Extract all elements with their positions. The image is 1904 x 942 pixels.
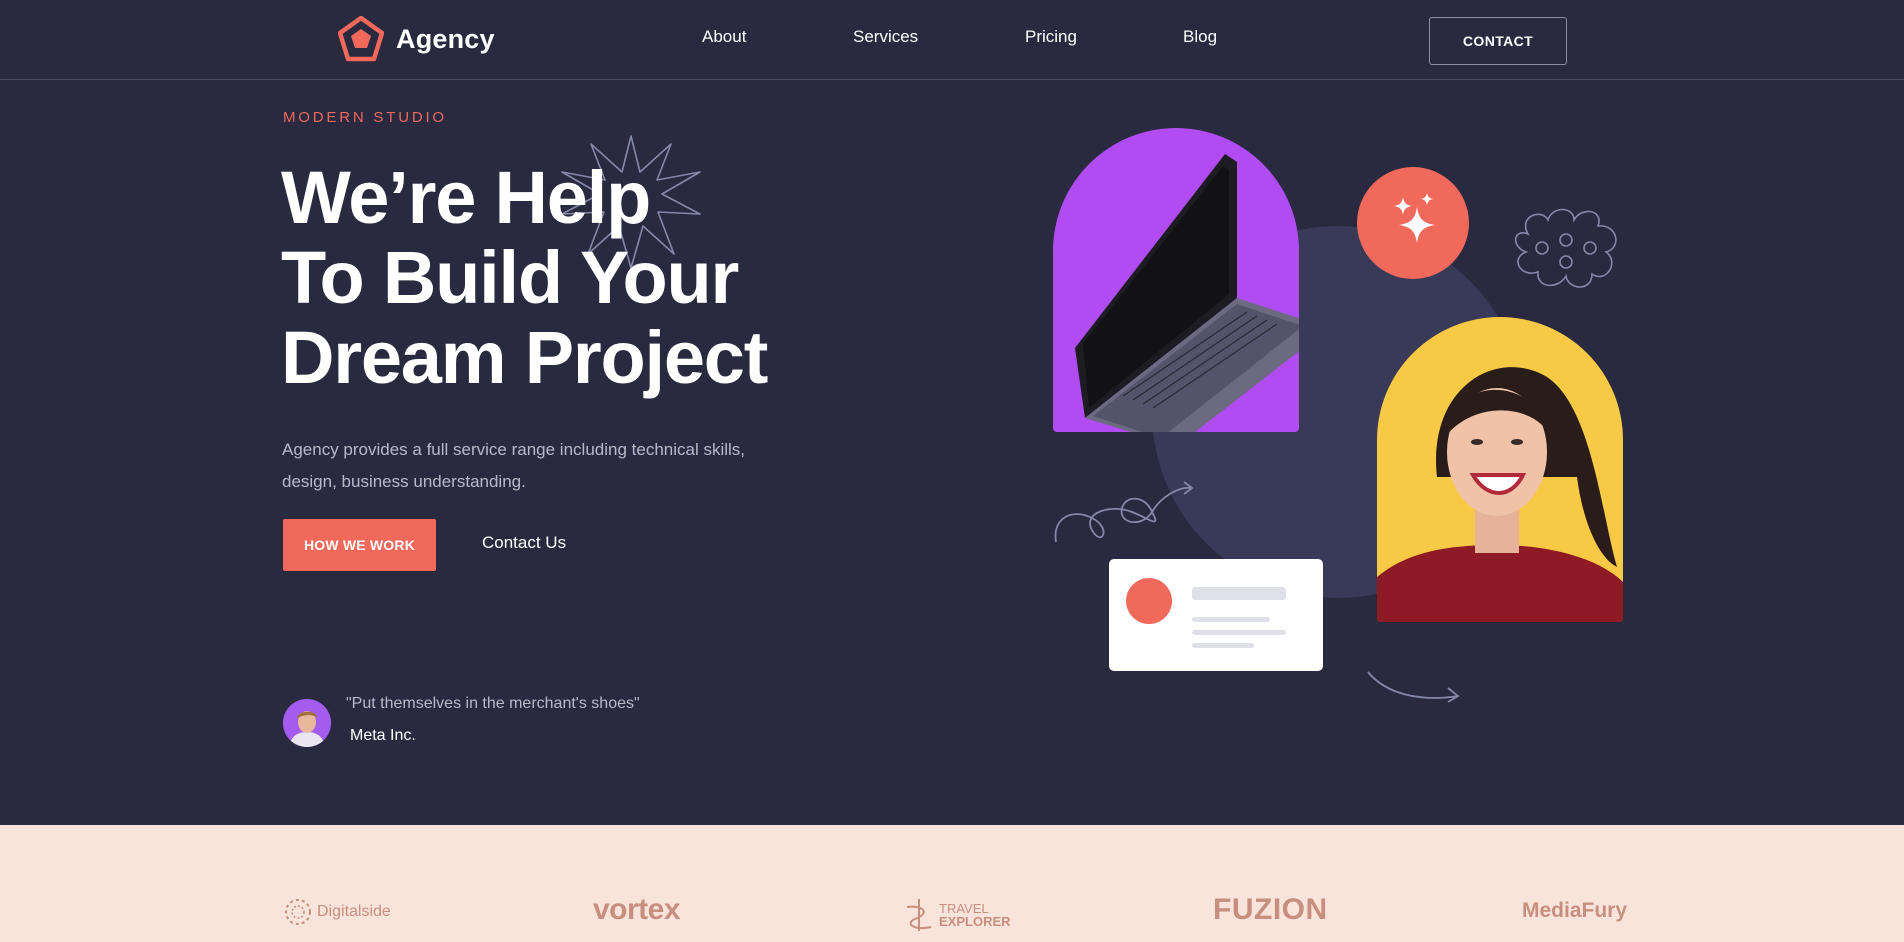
hero-headline: We’re Help To Build Your Dream Project xyxy=(281,158,841,398)
laptop-arch-image xyxy=(1053,128,1299,432)
brand-fuzion-label: FUZION xyxy=(1213,893,1328,926)
hero-description: Agency provides a full service range inc… xyxy=(282,440,746,491)
card-line-placeholder xyxy=(1192,617,1270,622)
contact-button[interactable]: CONTACT xyxy=(1429,17,1567,65)
squiggle-arrow-icon xyxy=(1054,481,1194,543)
card-line-placeholder xyxy=(1192,630,1286,635)
card-line-placeholder xyxy=(1192,643,1254,648)
profile-card xyxy=(1109,559,1323,671)
laptop-icon xyxy=(1075,154,1299,432)
smiling-woman-portrait-icon xyxy=(1377,367,1623,622)
hero-eyebrow: MODERN STUDIO xyxy=(283,109,447,126)
brand-vortex-label: vortex xyxy=(593,893,681,926)
brand-logo[interactable]: Agency xyxy=(338,16,495,62)
nav-link-about[interactable]: About xyxy=(702,27,746,47)
nav-link-pricing[interactable]: Pricing xyxy=(1025,27,1077,47)
contact-us-link[interactable]: Contact Us xyxy=(482,533,566,553)
brand-travel-explorer: TRAVEL EXPLORER xyxy=(903,897,1011,933)
card-title-placeholder xyxy=(1192,587,1286,600)
brand-digitalside-label: Digitalside xyxy=(317,903,391,920)
brand-name: Agency xyxy=(396,23,495,54)
brand-digitalside: Digitalside xyxy=(283,897,391,927)
pentagon-logo-icon xyxy=(338,16,384,62)
person-avatar-icon xyxy=(283,699,331,747)
how-we-work-button[interactable]: HOW WE WORK xyxy=(283,519,436,571)
brand-mediafury-label: MediaFury xyxy=(1522,899,1628,922)
dotted-circle-icon xyxy=(285,899,311,925)
top-navigation: Agency About Services Pricing Blog CONTA… xyxy=(0,0,1904,80)
sparkle-badge xyxy=(1357,167,1469,279)
testimonial-avatar xyxy=(283,699,331,747)
sparkle-icon xyxy=(1394,193,1435,243)
portrait-arch-image xyxy=(1377,317,1623,622)
nav-link-blog[interactable]: Blog xyxy=(1183,27,1217,47)
headline-line-3: Dream Project xyxy=(281,316,768,399)
card-avatar-dot xyxy=(1126,578,1172,624)
testimonial-quote: "Put themselves in the merchant's shoes" xyxy=(346,695,640,712)
brand-vortex: vortex xyxy=(593,893,681,927)
brand-mediafury: MediaFury xyxy=(1522,899,1627,923)
brand-fuzion: FUZION xyxy=(1213,893,1328,927)
nav-link-services[interactable]: Services xyxy=(853,27,918,47)
brand-explorer-label: EXPLORER xyxy=(939,914,1011,929)
curved-arrow-icon xyxy=(1367,671,1460,703)
client-logos-strip: Digitalside vortex TRAVEL EXPLORER FUZIO… xyxy=(0,825,1904,942)
compass-swirl-icon xyxy=(906,899,932,931)
headline-line-2: To Build Your xyxy=(281,236,739,319)
scribble-cloud-icon xyxy=(1514,208,1617,288)
headline-line-1: We’re Help xyxy=(281,156,651,239)
testimonial-company: Meta Inc. xyxy=(350,727,416,744)
brand-travel-explorer-text: TRAVEL EXPLORER xyxy=(939,902,1011,928)
